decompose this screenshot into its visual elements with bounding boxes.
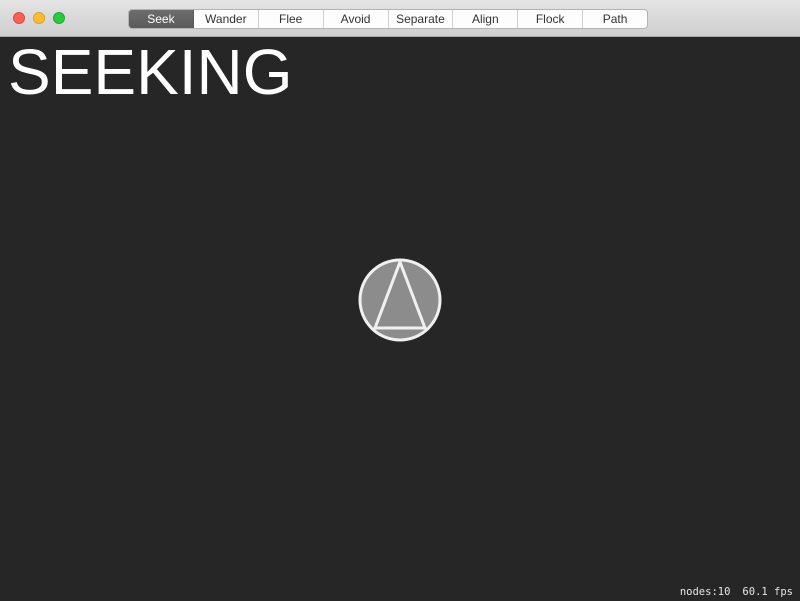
mode-title: SEEKING (8, 36, 293, 108)
title-bar: Seek Wander Flee Avoid Separate Align Fl… (0, 0, 800, 37)
zoom-window-button[interactable] (53, 12, 65, 24)
app-window: Seek Wander Flee Avoid Separate Align Fl… (0, 0, 800, 601)
fps-readout: 60.1 fps (742, 586, 793, 598)
scene-view[interactable]: SEEKING nodes:10 60.1 fps (0, 37, 800, 601)
segment-flock[interactable]: Flock (518, 10, 584, 28)
close-window-button[interactable] (13, 12, 25, 24)
stats-overlay: nodes:10 60.1 fps (680, 586, 793, 598)
segment-seek[interactable]: Seek (129, 10, 194, 28)
agent-icon (358, 258, 442, 342)
node-count: nodes:10 (679, 586, 731, 598)
behavior-segmented-control: Seek Wander Flee Avoid Separate Align Fl… (128, 9, 648, 29)
segment-avoid[interactable]: Avoid (324, 10, 389, 28)
minimize-window-button[interactable] (33, 12, 45, 24)
segment-flee[interactable]: Flee (259, 10, 324, 28)
segment-wander[interactable]: Wander (194, 10, 259, 28)
segment-align[interactable]: Align (453, 10, 519, 28)
segment-path[interactable]: Path (583, 10, 647, 28)
segment-separate[interactable]: Separate (389, 10, 454, 28)
